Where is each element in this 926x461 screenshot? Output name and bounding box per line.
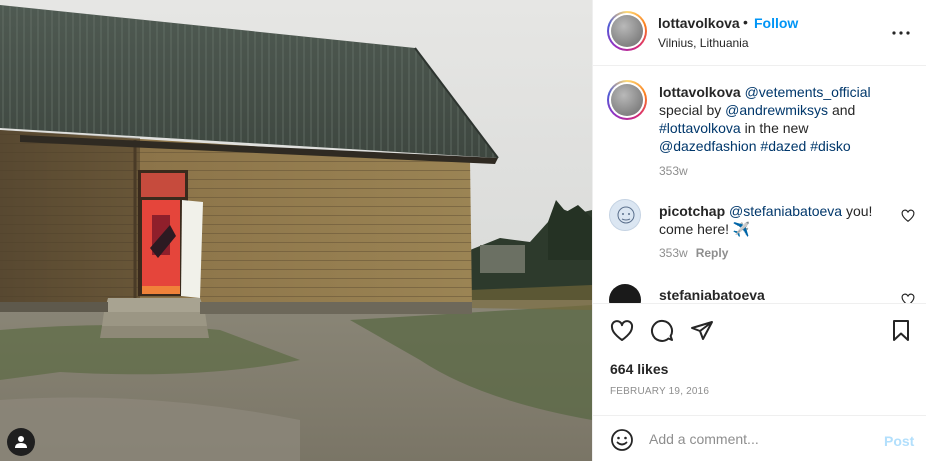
caption-part-hashtag[interactable]: #dazed xyxy=(760,138,806,154)
caption-part: in the new xyxy=(740,120,809,136)
comment-button[interactable] xyxy=(649,318,675,344)
post-sidebar: lottavolkova • Follow Vilnius, Lithuania… xyxy=(592,0,926,461)
comment-username[interactable]: picotchap xyxy=(659,203,725,219)
author-avatar[interactable] xyxy=(607,11,647,51)
emoji-button[interactable] xyxy=(610,428,634,452)
save-button[interactable] xyxy=(888,318,914,344)
cartoon-face-icon xyxy=(617,206,635,224)
post-date[interactable]: FEBRUARY 19, 2016 xyxy=(610,386,709,397)
user-icon xyxy=(15,436,27,448)
comment-icon xyxy=(651,319,673,342)
post-header: lottavolkova • Follow Vilnius, Lithuania xyxy=(593,0,926,66)
caption-part-mention[interactable]: @dazedfashion xyxy=(659,138,757,154)
comment-input[interactable] xyxy=(649,428,869,450)
emoji-icon xyxy=(611,429,633,451)
caption-time[interactable]: 353w xyxy=(659,164,688,178)
add-comment-bar: Post xyxy=(593,415,926,461)
caption-part-hashtag[interactable]: #disko xyxy=(810,138,850,154)
commenter-avatar[interactable] xyxy=(609,199,641,231)
wooden-house-photo xyxy=(0,0,592,461)
comment-mention[interactable]: @stefaniabatoeva xyxy=(729,203,842,219)
comment-like-heart-icon[interactable] xyxy=(901,293,915,303)
caption-username[interactable]: lottavolkova xyxy=(659,84,741,100)
post-comment-button[interactable]: Post xyxy=(884,433,914,449)
comments-list[interactable]: lottavolkova @vetements_official special… xyxy=(593,67,926,303)
heart-icon xyxy=(610,320,634,341)
like-button[interactable] xyxy=(609,318,635,344)
caption-author-avatar[interactable] xyxy=(607,80,647,120)
author-username[interactable]: lottavolkova xyxy=(658,15,740,31)
comment-time[interactable]: 353w xyxy=(659,246,688,260)
comment-text: stefaniabatoeva xyxy=(659,286,879,303)
tagged-users-button[interactable] xyxy=(7,428,35,456)
likes-count[interactable]: 664 likes xyxy=(610,361,668,377)
follow-button[interactable]: Follow xyxy=(754,15,798,31)
caption-part-mention[interactable]: @andrewmiksys xyxy=(725,102,828,118)
more-options-button[interactable] xyxy=(889,21,913,45)
separator-dot: • xyxy=(743,14,748,30)
share-icon xyxy=(691,321,713,340)
caption-part: and xyxy=(828,102,856,118)
comment-like-heart-icon[interactable] xyxy=(901,209,915,223)
bookmark-icon xyxy=(893,320,909,341)
reply-button[interactable]: Reply xyxy=(696,246,729,260)
caption-part-hashtag[interactable]: #lottavolkova xyxy=(659,120,741,136)
commenter-avatar[interactable] xyxy=(609,284,641,303)
share-button[interactable] xyxy=(689,318,715,344)
caption-part: special by xyxy=(659,102,726,118)
comment-meta: 353w Reply xyxy=(659,246,728,260)
more-horizontal-icon xyxy=(892,31,910,35)
comment-text: picotchap @stefaniabatoeva you! come her… xyxy=(659,202,879,238)
post-location[interactable]: Vilnius, Lithuania xyxy=(658,36,749,50)
caption-text: lottavolkova @vetements_official special… xyxy=(659,83,879,155)
comment-username[interactable]: stefaniabatoeva xyxy=(659,287,765,303)
caption-part-mention[interactable]: @vetements_official xyxy=(745,84,871,100)
post-actions: 664 likes FEBRUARY 19, 2016 xyxy=(593,303,926,415)
post-photo[interactable] xyxy=(0,0,592,461)
